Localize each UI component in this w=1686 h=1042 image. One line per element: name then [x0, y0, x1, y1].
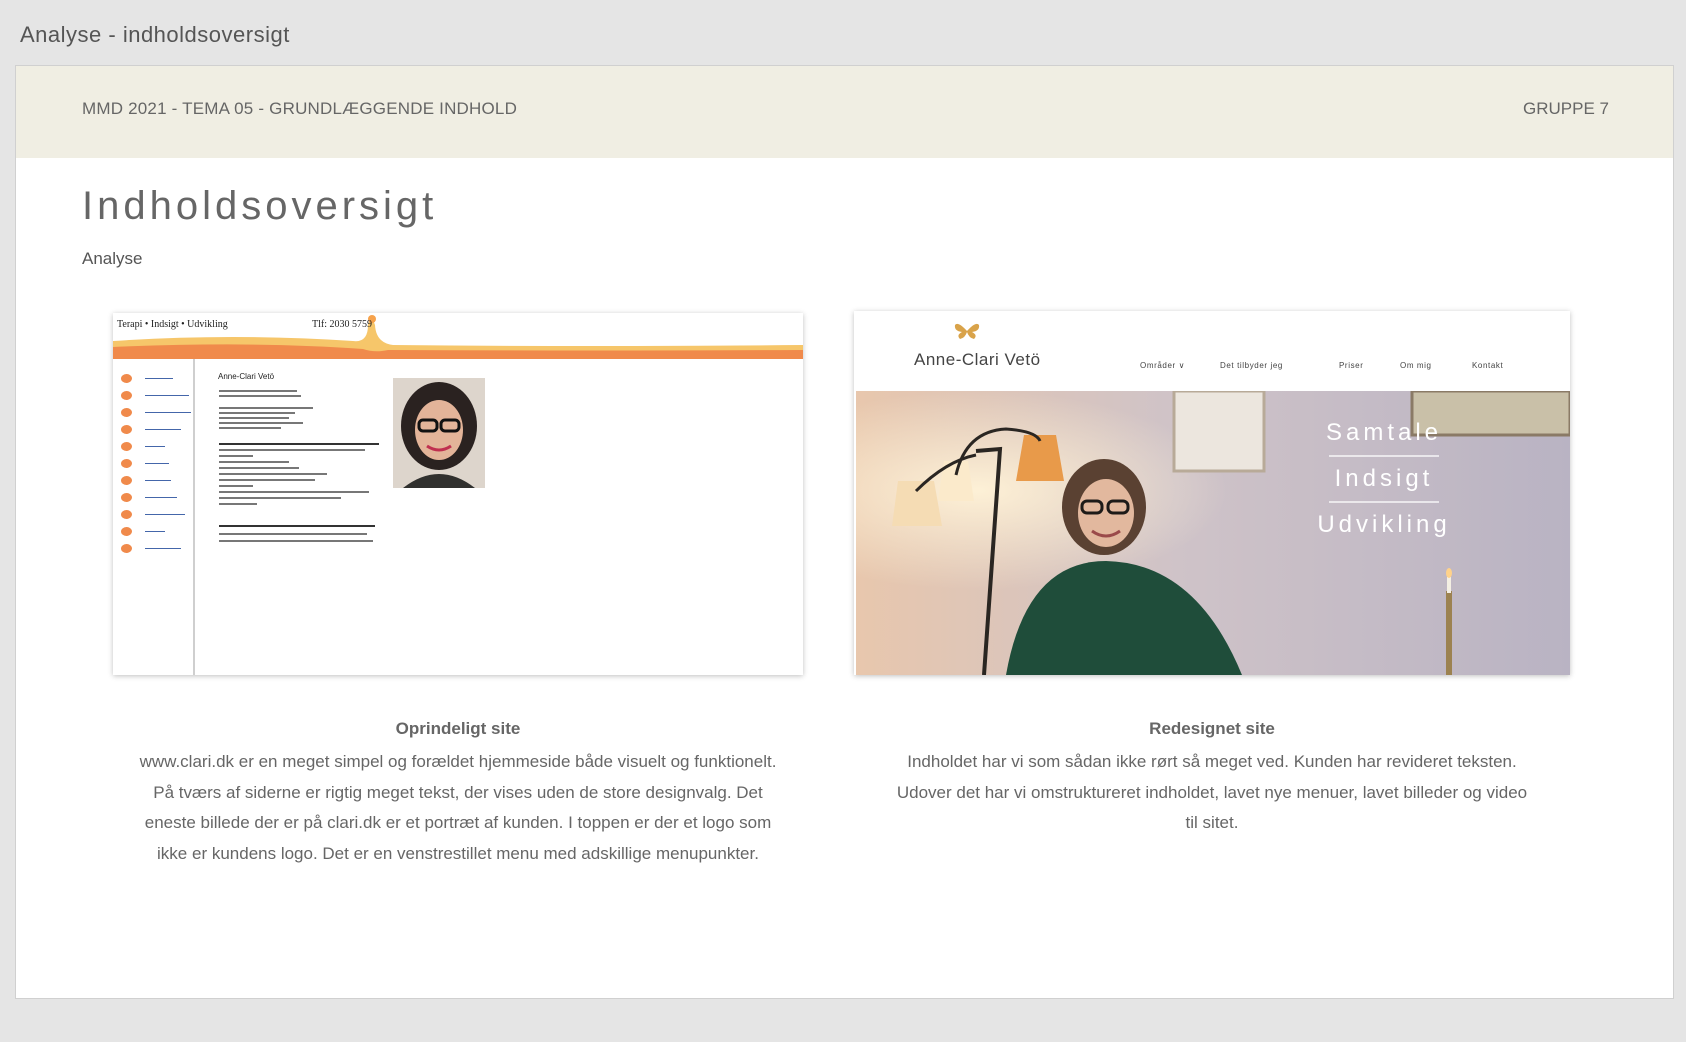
menu-bullet-icon: [121, 391, 132, 400]
redesigned-caption-title: Redesignet site: [1149, 719, 1275, 738]
hero-word-udvikling: Udvikling: [1317, 511, 1451, 538]
menu-bullet-icon: [121, 459, 132, 468]
original-caption-title: Oprindeligt site: [395, 719, 521, 738]
redesigned-caption-text: Indholdet har vi som sådan ikke rørt så …: [854, 747, 1570, 839]
header-band: MMD 2021 - TEMA 05 - GRUNDLÆGGENDE INDHO…: [16, 66, 1673, 158]
redesigned-hero-image: [856, 391, 1570, 675]
redesigned-site-screenshot: Anne-Clari Vetö Områder ∨ Det tilbyder j…: [854, 311, 1570, 675]
caption-line: eneste billede der er på clari.dk er et …: [144, 813, 772, 832]
page-subtitle: Analyse: [82, 249, 143, 268]
original-menu-item: [121, 510, 191, 520]
caption-line: Udover det har vi omstruktureret indhold…: [896, 782, 1528, 802]
original-portrait-image: [393, 378, 485, 488]
nav-item-det-tilbyder-jeg: Det tilbyder jeg: [1220, 361, 1283, 370]
original-phone: Tlf: 2030 5759: [312, 319, 372, 330]
original-menu-item: [121, 391, 191, 401]
menu-bullet-icon: [121, 374, 132, 383]
menu-bullet-icon: [121, 425, 132, 434]
window-title: Analyse - indholdsoversigt: [20, 22, 290, 47]
menu-bullet-icon: [121, 476, 132, 485]
original-tagline: Terapi • Indsigt • Udvikling: [117, 319, 228, 330]
nav-item-kontakt: Kontakt: [1472, 361, 1504, 370]
menu-bullet-icon: [121, 510, 132, 519]
caption-line: ikke er kundens logo. Det er en venstres…: [157, 843, 759, 863]
nav-item-priser: Priser: [1339, 361, 1364, 370]
group-label: GRUPPE 7: [1523, 99, 1609, 118]
slide-frame: MMD 2021 - TEMA 05 - GRUNDLÆGGENDE INDHO…: [15, 65, 1674, 999]
original-menu-item: [121, 493, 191, 503]
menu-bullet-icon: [121, 493, 132, 502]
caption-line: til sitet.: [1185, 813, 1239, 832]
original-menu-item: [121, 544, 191, 554]
original-caption-text: www.clari.dk er en meget simpel og foræl…: [113, 747, 803, 869]
caption-line: Indholdet har vi som sådan ikke rørt så …: [907, 752, 1517, 771]
original-menu-item: [121, 408, 191, 418]
original-menu-item: [121, 476, 191, 486]
nav-item-omraader: Områder ∨: [1140, 361, 1186, 370]
hero-word-samtale: Samtale: [1325, 419, 1443, 446]
menu-bullet-icon: [121, 442, 132, 451]
caption-line: www.clari.dk er en meget simpel og foræl…: [139, 752, 777, 771]
original-menu-item: [121, 442, 191, 452]
menu-bullet-icon: [121, 408, 132, 417]
course-label: MMD 2021 - TEMA 05 - GRUNDLÆGGENDE INDHO…: [82, 99, 518, 118]
original-name: Anne-Clari Vetö: [218, 372, 275, 381]
redesigned-logo: Anne-Clari Vetö: [914, 350, 1041, 369]
butterfly-logo-icon: [954, 323, 980, 339]
original-menu-item: [121, 374, 191, 384]
caption-line: På tværs af siderne er rigtig meget teks…: [153, 782, 763, 802]
original-menu-item: [121, 459, 191, 469]
hero-words: Samtale Indsigt Udvikling: [1309, 411, 1459, 547]
menu-bullet-icon: [121, 527, 132, 536]
original-menu-item: [121, 527, 191, 537]
menu-bullet-icon: [121, 544, 132, 553]
hero-word-indsigt: Indsigt: [1334, 465, 1434, 492]
original-site-screenshot: Terapi • Indsigt • Udvikling Tlf: 2030 5…: [113, 313, 803, 675]
page-title: Indholdsoversigt: [82, 184, 438, 228]
original-menu-item: [121, 425, 191, 435]
nav-item-om-mig: Om mig: [1400, 361, 1432, 370]
original-left-menu: [113, 359, 195, 675]
